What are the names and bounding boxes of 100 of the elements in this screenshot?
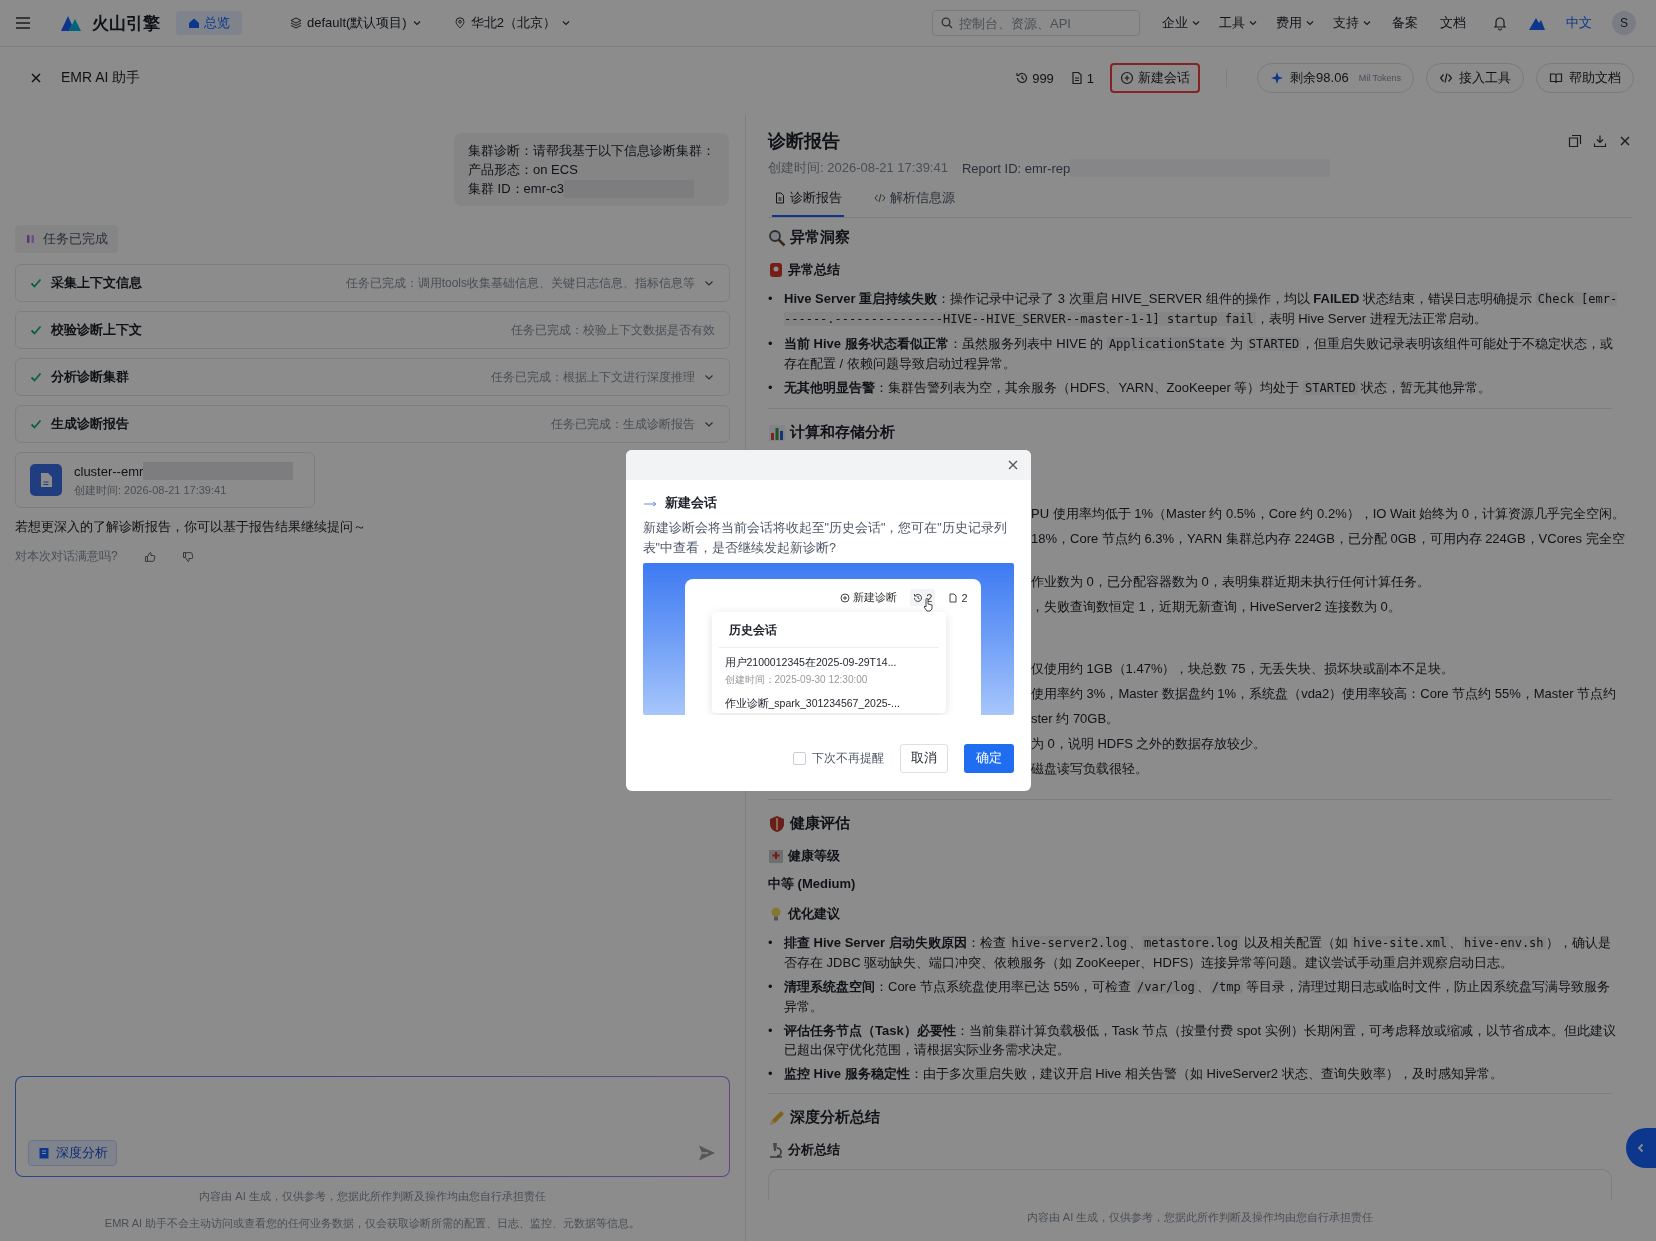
clipboard-icon — [37, 1146, 51, 1160]
report-text-line: 磁盘读写负载很轻。 — [1031, 760, 1149, 778]
arrow-icon — [642, 499, 659, 507]
brand-name[interactable]: 火山引擎 — [92, 11, 160, 35]
dialog-message: 新建诊断会将当前会话将收起至"历史会话"，您可在"历史记录列表"中查看，是否继续发起新诊断? — [642, 520, 1008, 557]
chat-plus-icon — [1120, 71, 1135, 85]
quote-icon — [25, 233, 37, 245]
report-created-time: 创建时间: 2026-08-21 17:39:41 — [768, 159, 948, 177]
history-icon — [913, 592, 924, 603]
checkbox[interactable] — [792, 752, 806, 765]
report-file-name: cluster--emr — [74, 463, 144, 479]
book-icon — [1549, 71, 1563, 85]
collapse-panel-button[interactable] — [1626, 1128, 1656, 1168]
step-summary: 任务已完成：调用tools收集基础信息、关键日志信息、指标信息等 — [345, 274, 695, 292]
home-icon — [188, 17, 200, 29]
search-field[interactable]: 控制台、资源、API — [932, 10, 1140, 36]
report-tab[interactable]: 解析信息源 — [872, 185, 957, 217]
assistant-title: EMR AI 助手 — [61, 69, 141, 87]
caret-icon — [411, 18, 422, 28]
step-summary: 任务已完成：生成诊断报告 — [551, 415, 695, 433]
hospital-icon — [768, 848, 784, 864]
report-count-label: 2 — [945, 589, 971, 606]
message-line: 集群诊断：请帮我基于以下信息诊断集群： — [468, 142, 715, 160]
history-icon — [1015, 71, 1030, 85]
new-diagnosis-label: 新建诊断 — [837, 589, 901, 606]
file-icon — [30, 464, 62, 496]
caret-icon — [1362, 18, 1372, 28]
new-chat-button[interactable]: 新建会话 — [1110, 63, 1201, 93]
caret-icon — [560, 18, 571, 28]
confirm-button[interactable]: 确定 — [963, 744, 1014, 773]
search-icon — [941, 17, 953, 29]
close-icon[interactable] — [29, 71, 43, 85]
subsection-heading: 分析总结 — [788, 1141, 840, 1159]
close-icon[interactable] — [1618, 134, 1632, 148]
nav-menu[interactable]: 支持 — [1333, 14, 1372, 32]
language-link[interactable]: 中文 — [1566, 14, 1592, 32]
caret-icon — [1191, 18, 1201, 28]
bullet-item: • Hive Server 重启持续失败：操作记录中记录了 3 次重启 HIVE_SERVER 组件的操作，均以 FAILED 状态结束，错误日志明确提示 Check [emr-------.---------------HIVE--HIVE_SERVER--master-1-1] startup fail，表明 Hive Server 进程无法正常启动。 — [768, 290, 1619, 328]
logo-icon[interactable] — [60, 14, 82, 32]
menu-icon[interactable] — [14, 14, 32, 32]
report-id: Report ID: emr-rep — [961, 160, 1071, 176]
nav-link[interactable]: 备案 — [1392, 14, 1418, 32]
bullet-item: • 排查 Hive Server 启动失败原因：检查 hive-server2.log、metastore.log 以及相关配置（如 hive-site.xml、hive-env.sh），确认是否存在 JDBC 驱动缺失、端口冲突、依赖服务（如 ZooKeeper、HDFS）连接异常等问题。建议尝试手动重启并观察启动日志。 — [768, 934, 1612, 972]
user-avatar[interactable]: S — [1612, 11, 1636, 35]
caret-icon — [1248, 18, 1258, 28]
magnifier-icon — [768, 228, 786, 247]
chat-plus-icon — [840, 592, 851, 603]
report-file-card[interactable]: cluster--emr 创建时间: 2026-08-21 17:39:41 — [15, 452, 315, 508]
bullet-item: • 监控 Hive 服务稳定性：由于多次重启失败，建议开启 Hive 相关告警（如 HiveServer2 状态、查询失败率），及时感知异常。 — [768, 1065, 1504, 1083]
history-button[interactable]: 999 — [1015, 70, 1054, 86]
follow-up-text: 若想更深入的了解诊断报告，你可以基于报告结果继续提问～ — [15, 518, 366, 536]
bullet-item: • 评估任务节点（Task）必要性：当前集群计算负载极低，Task 节点（按量付费 spot 实例）长期闲置，可考虑释放或缩减，以节省成本。但此建议已超出保守优化范围，请根据实际业务需求决定。 — [768, 1022, 1617, 1059]
siren-icon — [768, 262, 784, 278]
chat-input-field[interactable]: 深度分析 — [15, 1076, 730, 1177]
download-icon[interactable] — [1593, 134, 1607, 148]
cancel-button[interactable]: 取消 — [899, 744, 948, 773]
section-heading: 深度分析总结 — [790, 1108, 880, 1127]
microscope-icon — [768, 1142, 784, 1158]
dialog-title: 新建会话 — [664, 494, 717, 512]
close-icon[interactable] — [1006, 459, 1019, 471]
project-selector[interactable]: default(默认项目) — [290, 14, 422, 32]
step-title: 采集上下文信息 — [51, 274, 142, 292]
thumbs-down-icon[interactable] — [181, 550, 194, 563]
home-tab[interactable]: 总览 — [176, 11, 242, 35]
code-icon — [1439, 71, 1453, 85]
document-icon — [1069, 71, 1084, 85]
nav-link[interactable]: 文档 — [1440, 14, 1466, 32]
region-selector[interactable]: 华北2（北京） — [453, 14, 571, 32]
report-tab[interactable]: 诊断报告 — [772, 185, 844, 217]
section-heading: 健康评估 — [790, 814, 850, 833]
location-pin-icon — [453, 17, 466, 29]
checkbox-label[interactable]: 下次不再提醒 — [811, 750, 884, 767]
pencil-icon — [768, 1108, 786, 1127]
report-text-line: 使用率约 3%，Master 数据盘约 1%，系统盘（vda2）使用率较高：Core 节点约 55%，Master 节点约 — [1031, 685, 1618, 703]
preview-item-title: 作业诊断_spark_301234567_2025-... — [724, 697, 901, 711]
message-line: 产品形态：on ECS — [468, 161, 578, 179]
send-icon[interactable] — [697, 1143, 717, 1163]
report-file-time: 创建时间: 2026-08-21 17:39:41 — [74, 483, 228, 498]
document-icon — [774, 192, 786, 204]
nav-menu[interactable]: 费用 — [1276, 14, 1315, 32]
step-title: 分析诊断集群 — [51, 368, 129, 386]
preview-item-title: 用户2100012345在2025-09-29T14... — [724, 656, 898, 670]
subsection-heading: 异常总结 — [788, 261, 840, 279]
health-level: 中等 (Medium) — [768, 875, 857, 893]
deep-analysis-button[interactable]: 深度分析 — [28, 1140, 117, 1166]
reports-button[interactable]: 1 — [1069, 70, 1095, 86]
document-icon — [948, 592, 959, 603]
report-text-line: 仅使用约 1GB（1.47%），块总数 75，无丢失块、损坏块或副本不足块。 — [1031, 660, 1455, 678]
bar-chart-icon — [768, 423, 786, 442]
bullet-item: • 清理系统盘空间：Core 节点系统盘使用率已达 55%，可检查 /var/log、/tmp 等目录，清理过期日志或临时文件，防止因系统盘写满导致服务异常。 — [768, 978, 1612, 1016]
report-text-line: ster 约 70GB。 — [1031, 710, 1121, 728]
nav-menu[interactable]: 企业 — [1162, 14, 1201, 32]
bell-icon[interactable] — [1492, 15, 1508, 31]
nav-menu[interactable]: 工具 — [1219, 14, 1258, 32]
task-step[interactable]: 生成诊断报告 任务已完成：生成诊断报告 — [15, 405, 730, 443]
layers-icon — [290, 17, 302, 29]
copy-icon[interactable] — [1568, 134, 1582, 148]
task-step[interactable]: 采集上下文信息 任务已完成：调用tools收集基础信息、关键日志信息、指标信息等 — [15, 264, 730, 302]
shield-icon — [768, 814, 786, 833]
thumbs-up-icon[interactable] — [143, 550, 156, 563]
